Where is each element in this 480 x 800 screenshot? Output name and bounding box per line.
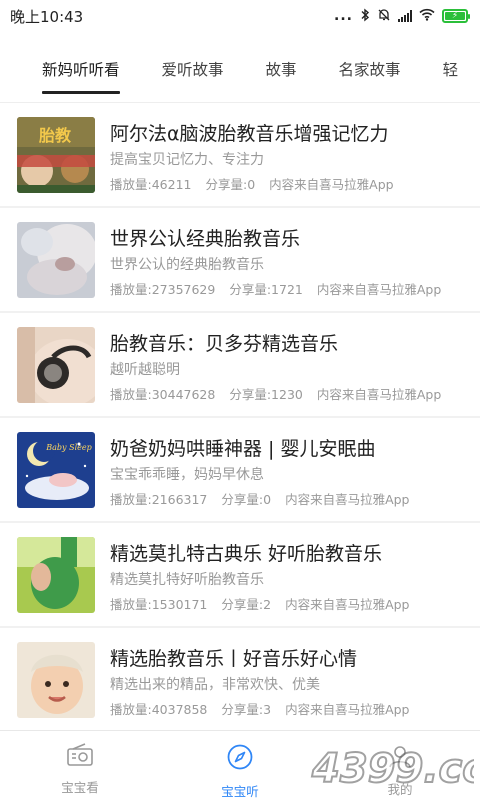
album-cover-sleeping-baby xyxy=(17,222,95,298)
tab-label: 名家故事 xyxy=(338,61,401,79)
album-subtitle: 宝宝乖乖睡，妈妈早休息 xyxy=(110,467,264,483)
album-subtitle: 提高宝贝记忆力、专注力 xyxy=(110,152,264,168)
site-watermark-logo: 4399.com xyxy=(304,738,480,794)
album-meta: 播放量:46211 分享量:0 内容来自喜马拉雅App xyxy=(110,174,394,193)
content-source: 内容来自喜马拉雅App xyxy=(269,177,394,192)
nav-label: 宝宝看 xyxy=(61,780,99,795)
tab-mingjiagushi[interactable]: 名家故事 xyxy=(339,42,401,96)
album-title: 世界公认经典胎教音乐 xyxy=(110,228,301,250)
album-title: 精选胎教音乐丨好音乐好心情 xyxy=(110,648,358,670)
album-meta: 播放量:4037858 分享量:3 内容来自喜马拉雅App xyxy=(110,699,409,718)
tab-label: 轻 xyxy=(442,61,459,79)
list-item[interactable]: Baby Sleep 奶爸奶妈哄睡神器 | 婴儿安眠曲 宝宝乖乖睡，妈妈早休息 … xyxy=(0,418,480,523)
album-meta: 播放量:27357629 分享量:1721 内容来自喜马拉雅App xyxy=(110,279,441,298)
album-title: 奶爸奶妈哄睡神器 | 婴儿安眠曲 xyxy=(110,438,376,460)
album-cover-pregnant-green xyxy=(17,537,95,613)
nav-baobaokan[interactable]: 宝宝看 xyxy=(20,731,140,800)
play-count: 播放量:27357629 xyxy=(110,282,216,297)
album-cover-alpha-wave: 胎教 xyxy=(17,117,95,193)
play-count: 播放量:1530171 xyxy=(110,597,208,612)
mute-bell-icon xyxy=(377,8,391,25)
album-cover-smiling-baby xyxy=(17,642,95,718)
more-dots-icon: ... xyxy=(334,8,353,24)
album-cover-baby-sleep-moon: Baby Sleep xyxy=(17,432,95,508)
list-item[interactable]: 精选胎教音乐丨好音乐好心情 精选出来的精品，非常欢快、优美 播放量:403785… xyxy=(0,628,480,733)
album-title: 胎教音乐：贝多芬精选音乐 xyxy=(110,333,339,355)
tab-label: 新妈听听看 xyxy=(42,61,120,79)
status-time: 晚上10:43 xyxy=(10,7,84,26)
share-count: 分享量:0 xyxy=(205,177,256,192)
content-source: 内容来自喜马拉雅App xyxy=(285,492,410,507)
album-title: 精选莫扎特古典乐 好听胎教音乐 xyxy=(110,543,383,565)
battery-icon: ⚡ xyxy=(442,9,470,23)
play-count: 播放量:30447628 xyxy=(110,387,216,402)
cover-text: Baby Sleep xyxy=(45,443,91,452)
album-subtitle: 精选莫扎特好听胎教音乐 xyxy=(110,572,264,588)
share-count: 分享量:2 xyxy=(221,597,272,612)
album-list: 胎教 阿尔法α脑波胎教音乐增强记忆力 提高宝贝记忆力、专注力 播放量:46211… xyxy=(0,103,480,733)
album-subtitle: 越听越聪明 xyxy=(110,362,180,378)
list-item[interactable]: 胎教音乐：贝多芬精选音乐 越听越聪明 播放量:30447628 分享量:1230… xyxy=(0,313,480,418)
nav-label: 宝宝听 xyxy=(221,784,259,799)
share-count: 分享量:3 xyxy=(221,702,272,717)
list-item[interactable]: 胎教 阿尔法α脑波胎教音乐增强记忆力 提高宝贝记忆力、专注力 播放量:46211… xyxy=(0,103,480,208)
category-tabs: 新妈听听看 爱听故事 故事 名家故事 轻 xyxy=(0,42,480,96)
list-item[interactable]: 精选莫扎特古典乐 好听胎教音乐 精选莫扎特好听胎教音乐 播放量:1530171 … xyxy=(0,523,480,628)
play-count: 播放量:46211 xyxy=(110,177,192,192)
album-meta: 播放量:2166317 分享量:0 内容来自喜马拉雅App xyxy=(110,489,409,508)
share-count: 分享量:0 xyxy=(221,492,272,507)
album-subtitle: 世界公认的经典胎教音乐 xyxy=(110,257,264,273)
nav-baobaoting[interactable]: 宝宝听 xyxy=(180,731,300,800)
share-count: 分享量:1230 xyxy=(229,387,303,402)
radio-icon xyxy=(66,743,94,771)
watermark-text: 4399.com xyxy=(311,746,474,792)
tab-label: 故事 xyxy=(265,61,297,79)
content-source: 内容来自喜马拉雅App xyxy=(285,597,410,612)
bluetooth-icon xyxy=(360,8,370,25)
status-icons: ... ⚡ xyxy=(334,8,470,25)
album-cover-headphones-belly xyxy=(17,327,95,403)
tab-label: 爱听故事 xyxy=(161,61,224,79)
signal-icon xyxy=(398,10,412,22)
status-bar: 晚上10:43 ... ⚡ xyxy=(0,0,480,32)
album-title: 阿尔法α脑波胎教音乐增强记忆力 xyxy=(110,123,389,145)
content-source: 内容来自喜马拉雅App xyxy=(316,387,442,402)
wifi-icon xyxy=(419,8,435,24)
album-meta: 播放量:30447628 分享量:1230 内容来自喜马拉雅App xyxy=(110,384,441,403)
tab-xinmatingtingkan[interactable]: 新妈听听看 xyxy=(42,42,120,96)
play-count: 播放量:2166317 xyxy=(110,492,208,507)
album-subtitle: 精选出来的精品，非常欢快、优美 xyxy=(110,677,320,693)
compass-icon xyxy=(226,743,254,775)
share-count: 分享量:1721 xyxy=(229,282,303,297)
tab-active-indicator xyxy=(42,91,120,94)
charging-bolt-icon: ⚡ xyxy=(451,10,459,21)
play-count: 播放量:4037858 xyxy=(110,702,208,717)
tab-aitinggushi[interactable]: 爱听故事 xyxy=(162,42,224,96)
tab-partial-next[interactable]: 轻 xyxy=(443,42,459,96)
album-meta: 播放量:1530171 分享量:2 内容来自喜马拉雅App xyxy=(110,594,409,613)
content-source: 内容来自喜马拉雅App xyxy=(316,282,442,297)
cover-text: 胎教 xyxy=(39,126,72,145)
tab-gushi[interactable]: 故事 xyxy=(266,42,297,96)
list-item[interactable]: 世界公认经典胎教音乐 世界公认的经典胎教音乐 播放量:27357629 分享量:… xyxy=(0,208,480,313)
content-source: 内容来自喜马拉雅App xyxy=(285,702,410,717)
